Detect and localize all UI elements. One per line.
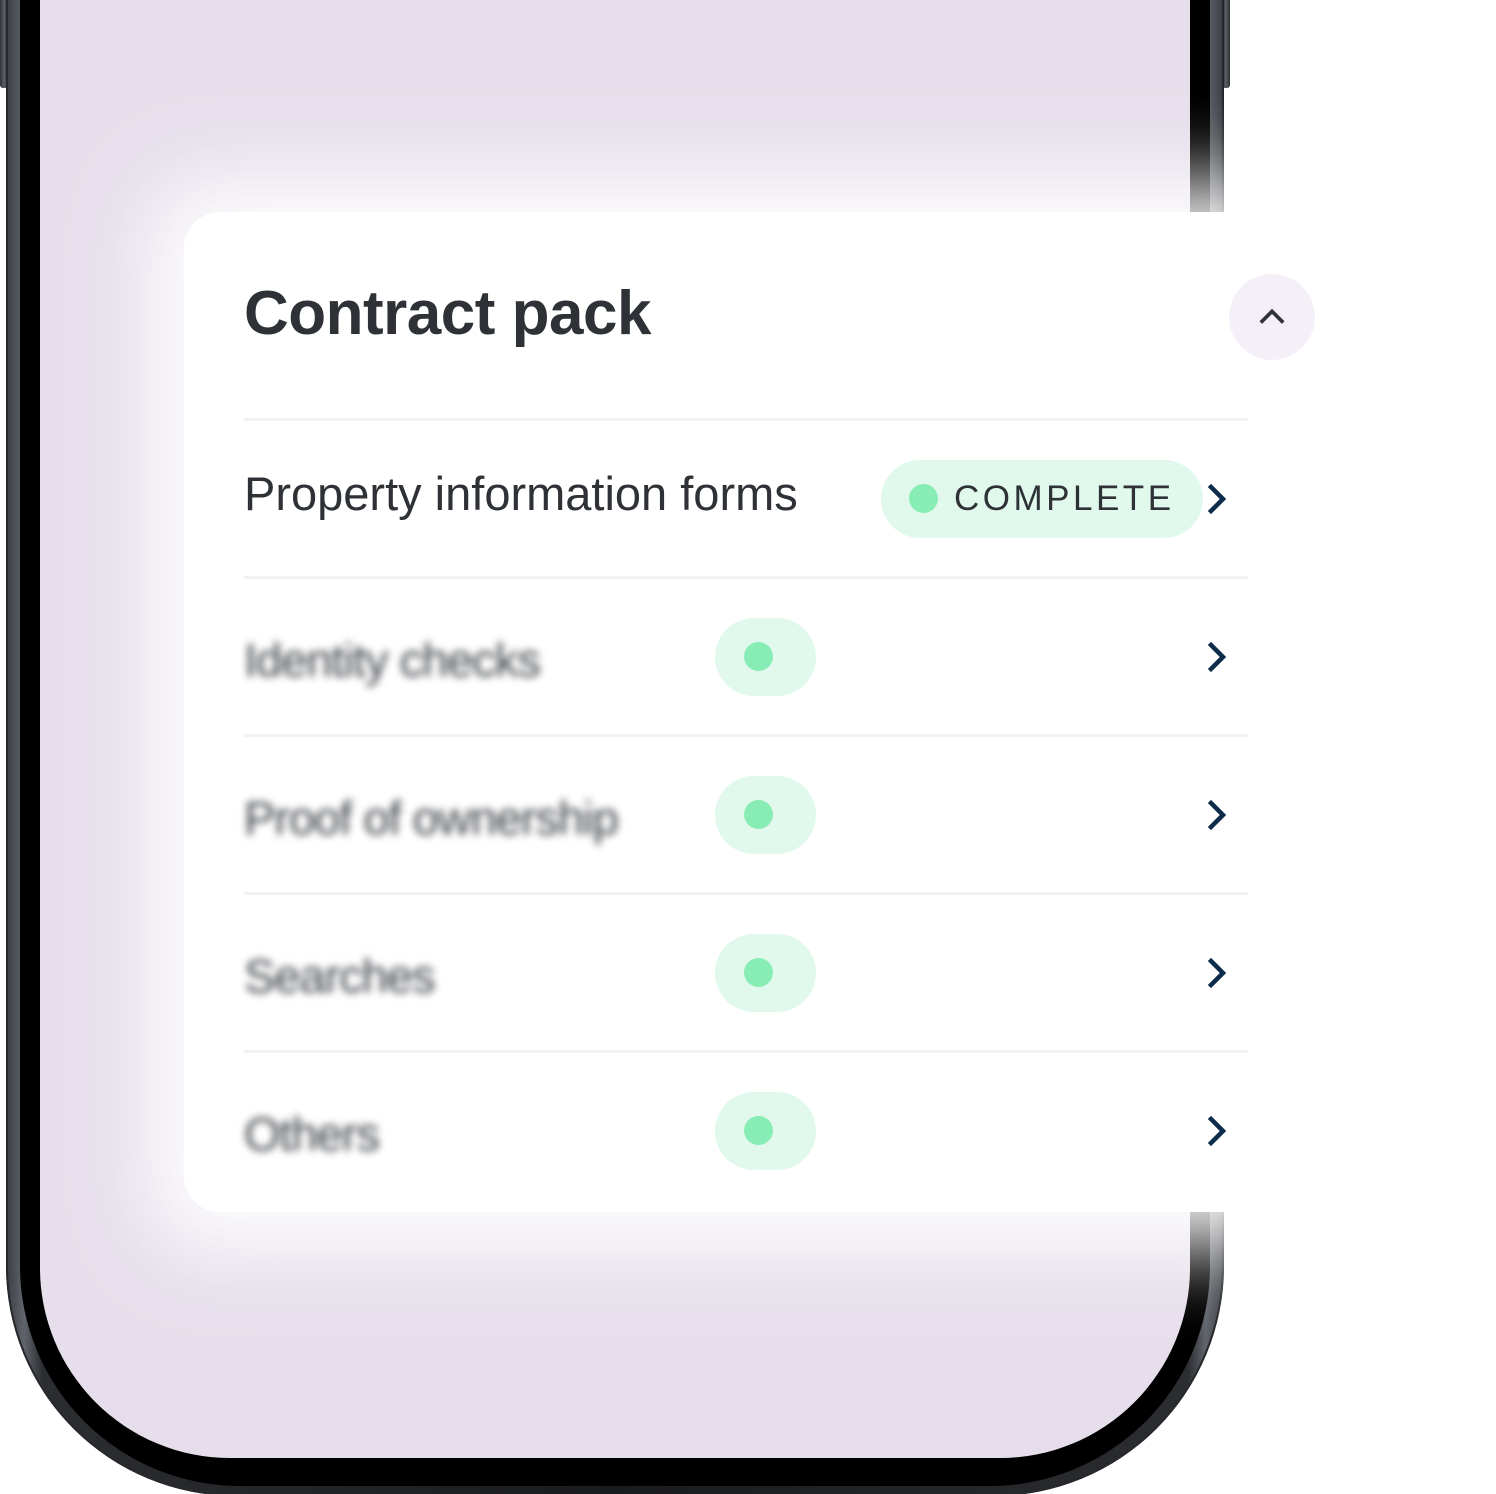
status-badge: COMPLETE	[881, 459, 1203, 538]
status-badge	[715, 775, 816, 854]
status-dot-icon	[744, 642, 773, 671]
status-badge	[715, 617, 816, 696]
status-text: COMPLETE	[954, 478, 1175, 518]
chevron-right-icon[interactable]	[1202, 1111, 1232, 1151]
document-list: Property information forms COMPLETE Iden…	[244, 418, 1248, 1208]
chevron-right-icon[interactable]	[1202, 795, 1232, 835]
list-item-searches[interactable]: Searches	[244, 895, 1248, 1050]
contract-pack-card: Contract pack Property information forms…	[184, 212, 1496, 1212]
chevron-up-icon	[1259, 308, 1285, 324]
list-item-property-information-forms[interactable]: Property information forms COMPLETE	[244, 421, 1248, 576]
status-dot-icon	[744, 1116, 773, 1145]
list-item-others[interactable]: Others	[244, 1053, 1248, 1208]
row-label: Searches	[244, 948, 436, 1002]
collapse-button[interactable]	[1229, 274, 1315, 360]
list-item-identity-checks[interactable]: Identity checks	[244, 579, 1248, 734]
list-item-proof-of-ownership[interactable]: Proof of ownership	[244, 737, 1248, 892]
row-label: Identity checks	[244, 632, 541, 686]
chevron-right-icon[interactable]	[1202, 953, 1232, 993]
row-label: Property information forms	[244, 466, 798, 520]
chevron-right-icon[interactable]	[1202, 637, 1232, 677]
status-dot-icon	[744, 958, 773, 987]
card-title: Contract pack	[244, 279, 651, 348]
status-badge	[715, 933, 816, 1012]
row-label: Proof of ownership	[244, 790, 619, 844]
row-label: Others	[244, 1106, 380, 1160]
stage: Contract pack Property information forms…	[0, 0, 1496, 1494]
status-dot-icon	[744, 800, 773, 829]
status-badge	[715, 1091, 816, 1170]
status-dot-icon	[909, 484, 938, 513]
chevron-right-icon[interactable]	[1202, 479, 1232, 519]
